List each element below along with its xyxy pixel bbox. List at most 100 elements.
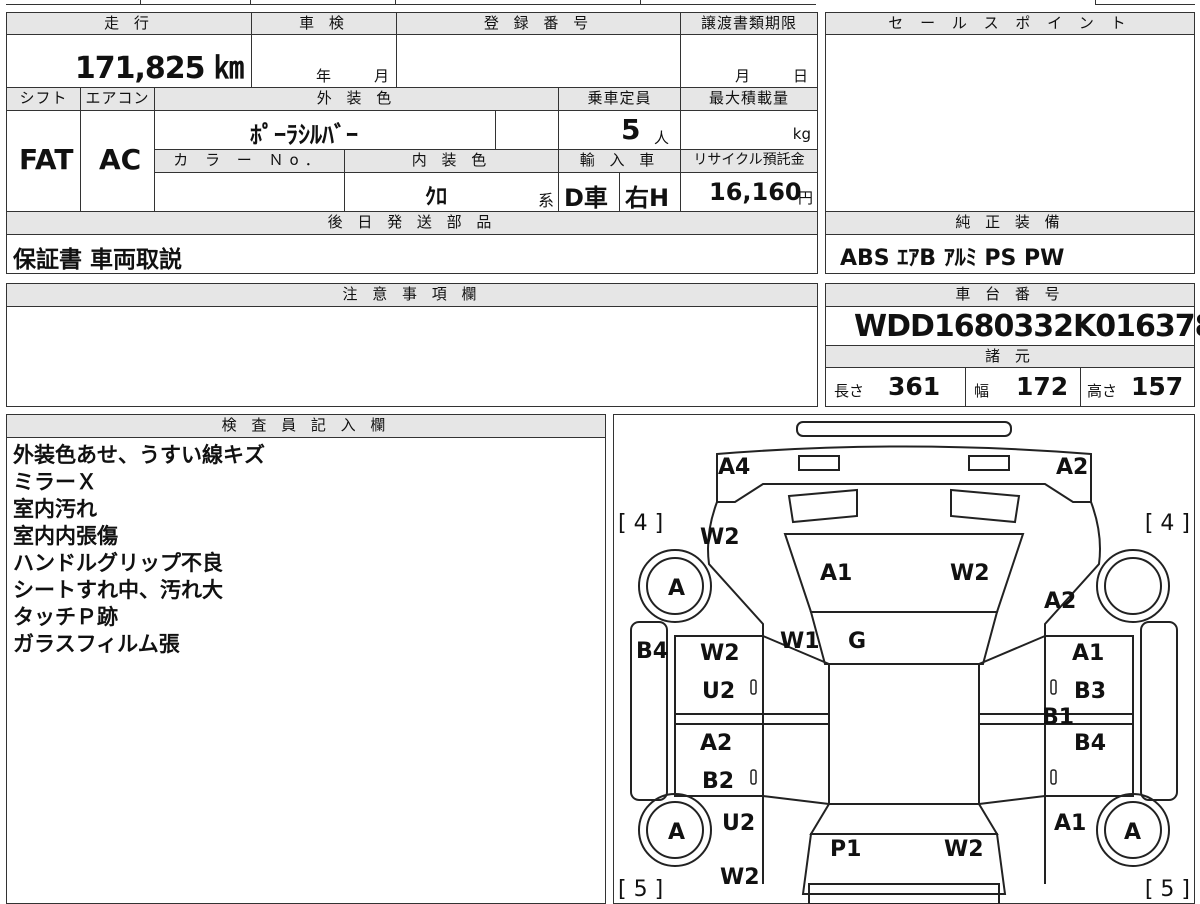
headlight-left-shape: [798, 455, 840, 471]
inspector-note: 外装色あせ、うすい線キズ: [13, 443, 265, 467]
max-load-cell: kg: [680, 110, 818, 150]
inspector-note: ガラスフィルム張: [13, 632, 180, 656]
inspector-box: 検 査 員 記 入 欄 外装色あせ、うすい線キズ ミラーＸ 室内汚れ 室内内張傷…: [6, 414, 606, 904]
color-no-cell: [154, 172, 345, 212]
inspector-note: ミラーＸ: [13, 470, 97, 494]
mark-door-fl-u2: U2: [702, 679, 736, 704]
mark-rear-w2b: W2: [944, 837, 984, 862]
notes-box: 注 意 事 項 欄: [6, 283, 818, 407]
interior-color-cell: ｸﾛ 系: [344, 172, 559, 212]
aircon-value: AC: [99, 143, 142, 176]
notes-label: 注 意 事 項 欄: [6, 283, 818, 307]
inspector-label: 検 査 員 記 入 欄: [6, 414, 606, 438]
mark-hood-w2: W2: [950, 561, 990, 586]
mark-door-rl-b2: B2: [702, 769, 735, 794]
mileage-label: 走 行: [6, 12, 252, 35]
mark-pillar-b1: B1: [1042, 705, 1075, 730]
shift-cell: FAT: [6, 110, 81, 212]
tire-rear-right-label: [ 5 ]: [1144, 877, 1190, 902]
front-plate-shape: [796, 421, 1012, 437]
inspector-note: シートすれ中、汚れ大: [13, 578, 223, 602]
headlight-right-shape: [968, 455, 1010, 471]
spec-length-cell: 長さ 361: [825, 367, 966, 407]
registration-label: 登 録 番 号: [396, 12, 681, 35]
body-sides-shape: [707, 501, 1101, 884]
recycle-label: リサイクル預託金: [680, 149, 818, 173]
aircon-cell: AC: [80, 110, 155, 212]
mark-rear-a1: A1: [1054, 811, 1087, 836]
shaken-cell: 年 月: [251, 34, 397, 88]
chassis-label: 車 台 番 号: [825, 283, 1195, 307]
front-bumper-shape: [716, 445, 1092, 503]
rear-glass-shape: [809, 803, 999, 835]
inspector-note: タッチＰ跡: [13, 605, 118, 629]
mark-rear-w2: W2: [720, 865, 760, 890]
tire-rear-left-label: [ 5 ]: [618, 877, 664, 902]
exterior-color-extra-cell: [495, 110, 559, 150]
mark-door-fl-b4: B4: [636, 639, 669, 664]
spec-height-cell: 高さ 157: [1080, 367, 1195, 407]
recycle-cell: 16,160 円: [680, 172, 818, 212]
wheel-fr-mark: A2: [1044, 589, 1077, 614]
top-cutoff-strip: [0, 0, 1200, 5]
spec-length-value: 361: [888, 372, 941, 401]
grille-left-shape: [787, 488, 858, 524]
aircon-label: エアコン: [80, 87, 155, 111]
wheel-rl-mark: A: [668, 820, 686, 845]
inspector-note: ハンドルグリップ不良: [13, 551, 223, 575]
import-label: 輸 入 車: [558, 149, 681, 173]
max-load-label: 最大積載量: [680, 87, 818, 111]
vehicle-info-table: 走 行 車 検 登 録 番 号 譲渡書類期限 171,825 ㎞ 年 月 月 日…: [6, 12, 818, 274]
mark-door-rl-a2: A2: [700, 731, 733, 756]
mark-door-fl-w2: W2: [700, 641, 740, 666]
mark-bumper-right: A2: [1056, 455, 1089, 480]
capacity-label: 乗車定員: [558, 87, 681, 111]
exterior-color-cell: ﾎﾟｰﾗｼﾙﾊﾞｰ: [154, 110, 496, 150]
inspector-note: 室内内張傷: [13, 524, 118, 548]
import-handle-cell: 右H: [619, 172, 681, 212]
inspector-notes-list: 外装色あせ、うすい線キズ ミラーＸ 室内汚れ 室内内張傷 ハンドルグリップ不良 …: [13, 442, 265, 658]
spec-width-value: 172: [1016, 372, 1069, 401]
chassis-box: 車 台 番 号 WDD1680332K016378 諸 元 長さ 361 幅 1…: [825, 283, 1200, 407]
registration-cell: [396, 34, 681, 88]
shift-label: シフト: [6, 87, 81, 111]
mileage-cell: 171,825 ㎞: [6, 34, 252, 88]
spec-height-value: 157: [1131, 372, 1184, 401]
recycle-value: 16,160: [709, 178, 802, 206]
transfer-cell: 月 日: [680, 34, 818, 88]
import-dealer-cell: D車: [558, 172, 620, 212]
transfer-deadline-label: 譲渡書類期限: [680, 12, 818, 35]
car-damage-diagram: [ 4 ] [ 4 ] [ 5 ] [ 5 ] A A2 A A A4 A2 W…: [613, 414, 1195, 904]
mark-hood-left: W2: [700, 525, 740, 550]
sale-points-box: セ ー ル ス ポ イ ン ト 純 正 装 備 ABS ｴｱB ｱﾙﾐ PS P…: [825, 12, 1195, 274]
shaken-label: 車 検: [251, 12, 397, 35]
windshield-shape: [809, 611, 999, 665]
mark-hood-a1: A1: [820, 561, 853, 586]
capacity-value: 5: [621, 113, 641, 146]
tire-front-right-label: [ 4 ]: [1144, 511, 1190, 536]
grille-right-shape: [950, 488, 1021, 524]
equipment-value: ABS ｴｱB ｱﾙﾐ PS PW: [840, 246, 1065, 271]
capacity-cell: 5 人: [558, 110, 681, 150]
later-parts-value: 保証書 車両取説: [13, 247, 183, 273]
spec-width-cell: 幅 172: [965, 367, 1081, 407]
exterior-color-label: 外 装 色: [154, 87, 559, 111]
interior-color-value: ｸﾛ: [425, 185, 448, 210]
specs-label: 諸 元: [825, 345, 1195, 368]
mileage-value: 171,825 ㎞: [74, 51, 244, 86]
mark-rear-p1: P1: [830, 837, 862, 862]
mark-door-fr-a1: A1: [1072, 641, 1105, 666]
interior-color-label: 内 装 色: [344, 149, 559, 173]
chassis-value: WDD1680332K016378: [854, 309, 1200, 344]
wheel-fl-mark: A: [668, 576, 686, 601]
mark-bumper-left: A4: [718, 455, 751, 480]
mark-door-fr-b3: B3: [1074, 679, 1107, 704]
tire-front-left-label: [ 4 ]: [618, 511, 664, 536]
wheel-front-right-icon: [1096, 549, 1170, 623]
wheel-rr-mark: A: [1124, 820, 1142, 845]
exterior-color-value: ﾎﾟｰﾗｼﾙﾊﾞｰ: [250, 121, 358, 149]
equipment-label: 純 正 装 備: [825, 211, 1195, 235]
right-sill-shape: [1140, 621, 1178, 801]
mark-rear-u2: U2: [722, 811, 756, 836]
inspector-note: 室内汚れ: [13, 497, 97, 521]
